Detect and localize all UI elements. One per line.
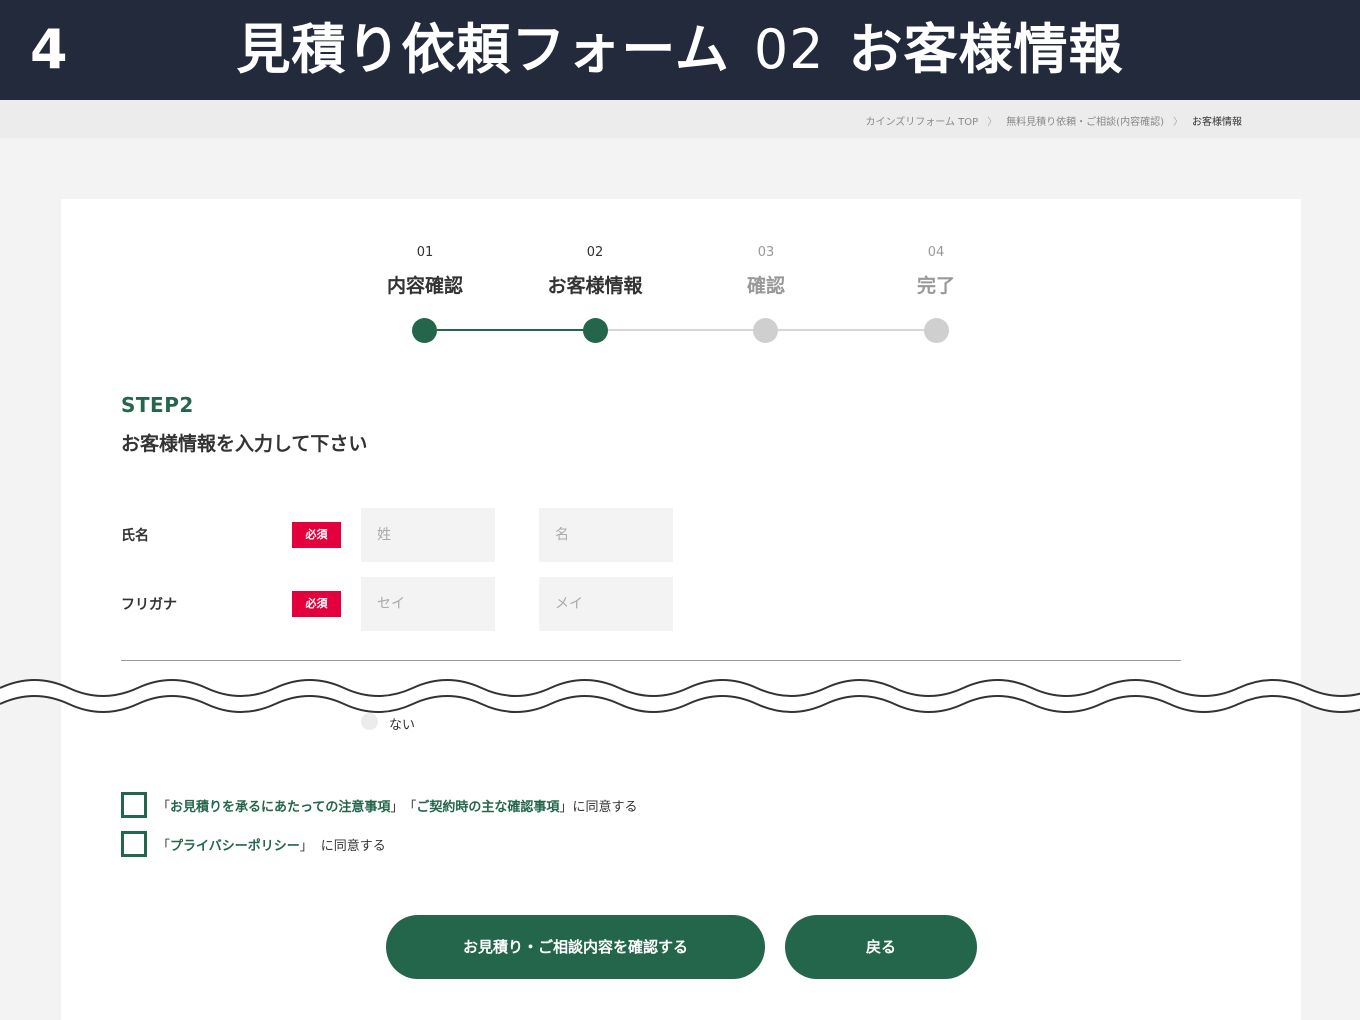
step-4-number: 04 (927, 245, 945, 260)
banner-title-sub: お客様情報 (848, 18, 1124, 81)
breadcrumb-item-top[interactable]: カインズリフォーム TOP (865, 113, 978, 128)
banner-title: 見積り依頼フォーム 02 お客様情報 (0, 18, 1360, 82)
breadcrumb-separator: 〉 (987, 117, 998, 128)
section-divider (121, 660, 1181, 661)
form-card: 01 内容確認 02 お客様情報 03 確認 04 完了 STEP2 お客様情報… (61, 199, 1301, 1020)
step-3-dot (753, 318, 778, 343)
step-2-number: 02 (586, 245, 604, 260)
step-subtitle: お客様情報を入力して下さい (121, 433, 368, 455)
step-4-label: 完了 (916, 275, 955, 297)
step-2-dot (583, 318, 608, 343)
first-name-input[interactable] (539, 508, 673, 562)
bracket-close: 」 (559, 799, 573, 815)
agree-suffix: に同意する (572, 799, 638, 815)
last-name-kana-input[interactable] (361, 577, 495, 631)
required-badge: 必須 (292, 591, 341, 617)
breadcrumb-item-request[interactable]: 無料見積り依頼・ご相談(内容確認) (1006, 113, 1164, 128)
step-1-dot (412, 318, 437, 343)
breadcrumb-separator: 〉 (1173, 117, 1183, 128)
bracket-open: 「 (157, 799, 171, 815)
banner-title-number: 02 (753, 18, 825, 81)
header-banner: 4 見積り依頼フォーム 02 お客様情報 (0, 0, 1360, 100)
last-name-input[interactable] (361, 508, 495, 562)
step-3-label: 確認 (746, 275, 785, 297)
step-connector-3 (777, 329, 935, 331)
breadcrumb: カインズリフォーム TOP 〉 無料見積り依頼・ご相談(内容確認) 〉 お客様情… (865, 113, 1242, 128)
step-1-label: 内容確認 (386, 275, 463, 297)
step-title: STEP2 (121, 393, 194, 417)
banner-title-main: 見積り依頼フォーム (236, 18, 730, 81)
notes-link[interactable]: お見積りを承るにあたっての注意事項 (170, 796, 390, 815)
breadcrumb-item-current: お客様情報 (1192, 117, 1242, 128)
step-connector-2 (607, 329, 765, 331)
bracket-close: 」 (390, 799, 404, 815)
bracket-open: 「 (403, 799, 417, 815)
wavy-cut-divider (0, 679, 1360, 713)
breadcrumb-bar: カインズリフォーム TOP 〉 無料見積り依頼・ご相談(内容確認) 〉 お客様情… (0, 100, 1360, 138)
terms-checkbox[interactable] (121, 792, 147, 818)
bracket-close: 」 (299, 838, 313, 854)
first-name-kana-input[interactable] (539, 577, 673, 631)
required-badge: 必須 (292, 522, 341, 548)
agree-suffix: に同意する (320, 838, 386, 854)
privacy-checkbox[interactable] (121, 831, 147, 857)
name-label: 氏名 (121, 528, 149, 544)
contract-items-link[interactable]: ご契約時の主な確認事項 (416, 796, 559, 815)
step-connector-1 (437, 329, 595, 331)
kana-label: フリガナ (121, 597, 177, 613)
bracket-open: 「 (157, 838, 171, 854)
step-3-number: 03 (757, 245, 775, 260)
step-1-number: 01 (416, 245, 434, 260)
confirm-button[interactable]: お見積り・ご相談内容を確認する (386, 915, 765, 979)
back-button[interactable]: 戻る (785, 915, 977, 979)
step-4-dot (924, 318, 949, 343)
step-2-label: お客様情報 (547, 275, 643, 297)
agreement-row-terms: 「 お見積りを承るにあたっての注意事項 」 「 ご契約時の主な確認事項 」 に同… (121, 792, 637, 818)
agreement-row-privacy: 「 プライバシーポリシー 」 に同意する (121, 831, 386, 857)
privacy-policy-link[interactable]: プライバシーポリシー (170, 835, 300, 854)
step-indicator: 01 内容確認 02 お客様情報 03 確認 04 完了 (61, 199, 1301, 359)
